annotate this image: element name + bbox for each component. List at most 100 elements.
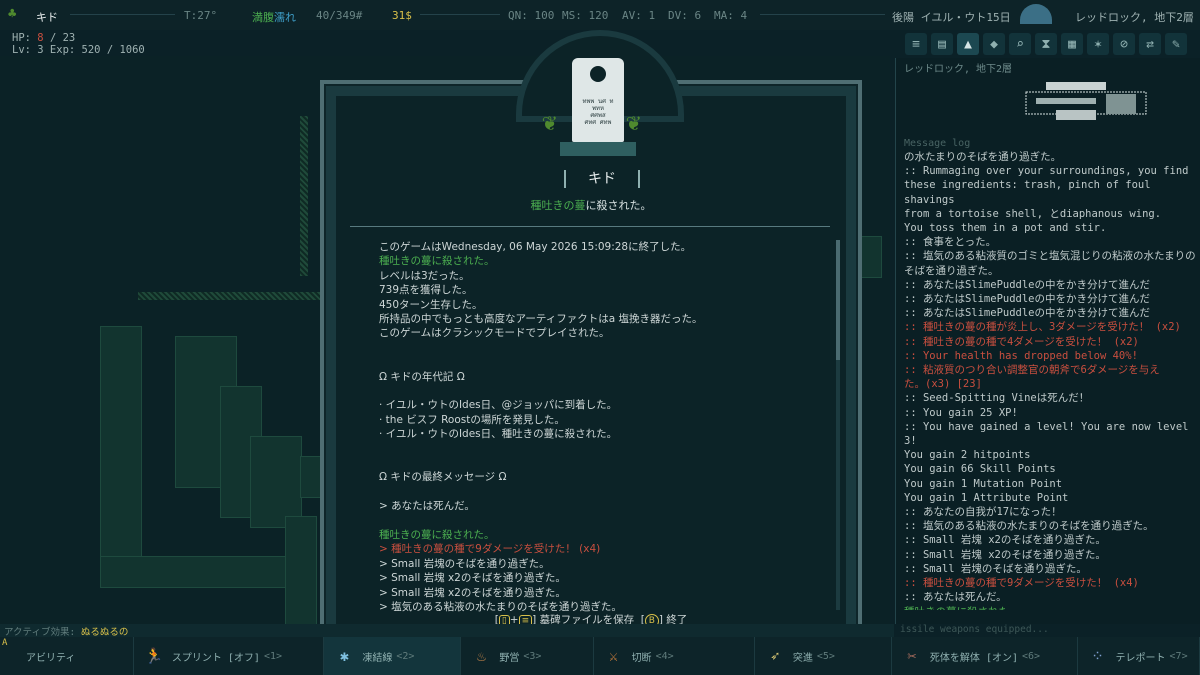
log-line: :: 塩気のある粘液質のゴミと塩気混じりの粘液の水たまりの <box>904 250 1196 263</box>
tombstone-text[interactable]: このゲームはWednesday, 06 May 2026 15:09:28に終了… <box>379 240 829 612</box>
hp-label: HP: <box>12 32 31 44</box>
vine-left-icon: ❦ <box>542 108 557 136</box>
weight: 40/349# <box>316 9 363 22</box>
ability-hotkey: <5> <box>816 650 835 662</box>
minimap[interactable] <box>906 74 1191 134</box>
ability-label: 死体を解体 [オン] <box>929 652 1018 664</box>
dead-character-name: キド <box>564 170 640 188</box>
log-line: :: 粘液質のつり合い調整官の朝斧で6ダメージを与え <box>904 364 1160 377</box>
butcher-icon: ✂ <box>907 647 917 665</box>
player-name: キド <box>36 11 58 24</box>
transfer-icon[interactable]: ⇄ <box>1139 33 1161 55</box>
tombstone-line: このゲームはWednesday, 06 May 2026 15:09:28に終了… <box>379 241 692 253</box>
log-line: :: Seed-Spitting Vineは死んだ！ <box>904 392 1090 405</box>
ability-hotkey: <2> <box>396 650 415 662</box>
ability-label: スプリント [オフ] <box>171 652 260 664</box>
ability-hotkey: <1> <box>263 650 283 662</box>
character-icon[interactable]: ▤ <box>931 33 953 55</box>
top-status-bar: ♣ キド T:27° 満腹 濡れ 40/349# 31$ QN: 100 MS:… <box>0 0 1200 30</box>
freezing-ray-icon: ✱ <box>339 647 349 665</box>
card-icon[interactable]: ▦ <box>1061 33 1083 55</box>
log-line: :: あなたはSlimePuddleの中をかき分けて進んだ <box>904 307 1151 320</box>
move-speed: MS: 120 <box>562 9 609 22</box>
tombstone-line <box>379 442 829 456</box>
tombstone-line <box>379 456 829 470</box>
tombstone-line: Ω キドの最終メッセージ Ω <box>379 471 507 484</box>
sprint-icon: 🏃 <box>144 647 164 665</box>
log-line: :: 食事をとった。 <box>904 236 997 249</box>
ability-label: 野営 <box>499 652 520 664</box>
player-icon: ♣ <box>8 6 17 22</box>
ability-dismember[interactable]: ⚔ 切断 <4> <box>594 637 755 675</box>
log-line: these ingredients: trash, pinch of foul … <box>904 179 1157 206</box>
log-line: :: 種吐きの蔓の種で9ダメージを受けた！ (x4) <box>904 577 1139 590</box>
tombstone-line: レベルは3だった。 <box>379 269 470 282</box>
tombstone-inscription: ทพพ นศ ทพทห ศศพส ศทศ ศทพ <box>574 98 622 126</box>
tombstone-line: · the ビスフ Roostの場所を発見した。 <box>379 413 565 426</box>
vine-right-icon: ❦ <box>626 108 641 136</box>
tombstone-line: 所持品の中でもっとも高度なアーティファクトはa 塩挽き器だった。 <box>379 313 703 326</box>
level-exp: Lv: 3 Exp: 520 / 1060 <box>12 44 145 56</box>
tombstone-line: このゲームはクラシックモードでプレイされた。 <box>379 327 610 340</box>
temperature: T:27° <box>184 9 218 22</box>
log-line: :: 種吐きの蔓の種で4ダメージを受けた！ (x2) <box>904 335 1139 348</box>
thirst-status: 濡れ <box>274 11 296 24</box>
tombstone-line: Ω キドの年代記 Ω <box>379 370 465 383</box>
ability-teleport[interactable]: ⁘ テレポート <7> <box>1078 637 1200 675</box>
killer-name: 種吐きの蔓 <box>530 199 586 212</box>
sun-dial-icon <box>1020 4 1052 24</box>
ability-menu[interactable]: アビリティ <box>0 637 134 675</box>
ability-charge[interactable]: ➶ 突進 <5> <box>755 637 892 675</box>
minimap-title: レッドロック, 地下2層 <box>904 64 1013 75</box>
search-icon[interactable]: ⌕ <box>1009 33 1031 55</box>
armor-value: AV: 1 <box>622 9 656 22</box>
scrollbar-thumb[interactable] <box>836 240 840 360</box>
quickness: QN: 100 <box>508 9 555 22</box>
ability-sprint[interactable]: 🏃 スプリント [オフ] <1> <box>134 637 325 675</box>
equipment-icon[interactable]: ◆ <box>983 33 1005 55</box>
wrench-icon[interactable]: ✎ <box>1165 33 1187 55</box>
inscription-line: ศศพส <box>590 112 606 119</box>
ability-bar: アビリティ 🏃 スプリント [オフ] <1> ✱ 凍結線 <2> ♨ 野営 <3> ⚔ 切断 <4> ➶ 突… <box>0 637 1200 675</box>
ability-hotkey: <6> <box>1021 650 1041 662</box>
log-line: from a tortoise shell, とdiaphanous wing. <box>904 207 1162 220</box>
dialog-scrollbar[interactable] <box>836 240 840 610</box>
ability-freezing-ray[interactable]: ✱ 凍結線 <2> <box>324 637 462 675</box>
tombstone-line <box>379 514 829 528</box>
log-line: :: あなたの自我が17になった！ <box>904 506 1062 519</box>
inscription-line: ทพพ นศ ท <box>582 98 614 105</box>
log-line: た。(x3) [23] <box>904 378 982 391</box>
tombstone-line: · イユル・ウトのIdes日、種吐きの蔓に殺された。 <box>379 428 618 441</box>
log-line: そばを通り過ぎた。 <box>904 264 999 277</box>
player-stats: HP: 8 / 23 Lv: 3 Exp: 520 / 1060 <box>0 30 170 56</box>
teleport-icon: ⁘ <box>1091 647 1104 665</box>
dismember-icon: ⚔ <box>609 647 619 665</box>
tombstone-line: > 種吐きの蔓の種で9ダメージを受けた！ (x4) <box>379 543 601 556</box>
message-log[interactable]: の水たまりのそばを通り過ぎた。:: Rummaging over your su… <box>904 150 1196 610</box>
hunger-status: 満腹 <box>252 11 274 24</box>
mutation-icon[interactable]: ✶ <box>1087 33 1109 55</box>
ability-campfire[interactable]: ♨ 野営 <3> <box>461 637 594 675</box>
tombstone-line: > Small 岩塊のそばを通り過ぎた。 <box>379 557 550 570</box>
log-line: :: 塩気のある粘液の水たまりのそばを通り過ぎた。 <box>904 520 1154 533</box>
bottom-left-glyph: A <box>2 638 8 648</box>
hourglass-icon[interactable]: ⧗ <box>1035 33 1057 55</box>
ability-butcher[interactable]: ✂ 死体を解体 [オン] <6> <box>892 637 1078 675</box>
log-line: :: あなたは死んだ。 <box>904 591 1007 604</box>
log-line: You gain 1 Attribute Point <box>904 491 1069 504</box>
message-log-title: Message log <box>904 138 971 149</box>
tombstone-base <box>560 142 636 156</box>
missile-weapons-status: issile weapons equipped... <box>900 624 1049 635</box>
menu-icon[interactable]: ≡ <box>905 33 927 55</box>
charge-icon: ➶ <box>770 647 780 665</box>
hp-current: 8 <box>37 32 44 44</box>
log-line: :: Small 岩塊のそばを通り過ぎた。 <box>904 562 1087 575</box>
inscription-line: ศทศ ศทพ <box>584 119 612 126</box>
attributes-icon[interactable]: ▲ <box>957 33 979 55</box>
log-line: You gain 66 Skill Points <box>904 463 1056 476</box>
mental-armor: MA: 4 <box>714 9 748 22</box>
killed-suffix: に殺された。 <box>585 199 652 212</box>
hp-max: / 23 <box>49 32 76 44</box>
killed-by-line: 種吐きの蔓に殺された。 <box>336 197 846 213</box>
ban-icon[interactable]: ⊘ <box>1113 33 1135 55</box>
